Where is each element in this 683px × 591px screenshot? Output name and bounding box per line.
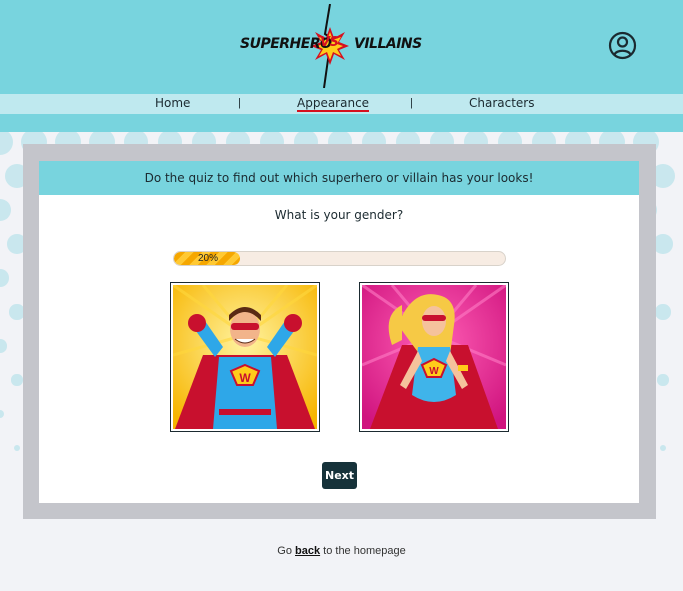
- background-dot: [0, 269, 9, 287]
- svg-text:W: W: [239, 371, 251, 385]
- background-dot: [11, 374, 23, 386]
- quiz-question: What is your gender?: [274, 208, 404, 222]
- footer-suffix: to the homepage: [323, 545, 406, 557]
- progress-bar: 20%: [173, 251, 506, 266]
- quiz-card: Do the quiz to find out which superhero …: [39, 161, 639, 503]
- back-link[interactable]: back: [295, 545, 320, 557]
- quiz-intro: Do the quiz to find out which superhero …: [39, 161, 639, 195]
- next-button[interactable]: Next: [322, 462, 357, 489]
- nav-bottom-band: [0, 114, 683, 132]
- background-dot: [0, 339, 7, 353]
- background-dot: [653, 234, 673, 254]
- option-male[interactable]: W: [170, 282, 320, 432]
- background-dot: [13, 444, 21, 452]
- nav-item-characters[interactable]: Characters: [469, 96, 535, 110]
- nav-separator: |: [410, 97, 413, 109]
- svg-text:W: W: [429, 366, 439, 377]
- nav-separator: |: [238, 97, 241, 109]
- logo-text-villains: VILLAINS: [354, 36, 422, 52]
- user-circle-icon[interactable]: [608, 31, 637, 60]
- background-dot: [0, 199, 11, 221]
- nav-item-home[interactable]: Home: [155, 96, 190, 110]
- background-dot: [659, 444, 667, 452]
- nav-item-appearance[interactable]: Appearance: [297, 96, 370, 112]
- logo-text-superhero: SUPERHERO: [240, 36, 332, 52]
- main-nav: Home | Appearance | Characters: [0, 94, 683, 114]
- option-female[interactable]: W: [359, 282, 509, 432]
- background-dot: [657, 374, 669, 386]
- male-superhero-image: W: [173, 285, 317, 429]
- background-dot: [655, 304, 671, 320]
- footer-prefix: Go: [277, 545, 292, 557]
- logo-text-vs: VS: [320, 35, 339, 50]
- progress-label: 20%: [198, 253, 219, 264]
- site-logo[interactable]: SUPERHERO VS VILLAINS: [238, 4, 422, 88]
- background-dot: [0, 132, 13, 155]
- site-header: SUPERHERO VS VILLAINS: [0, 0, 683, 94]
- footer: Go back to the homepage: [0, 545, 683, 557]
- background-dot: [0, 409, 5, 419]
- female-superhero-image: W: [362, 285, 506, 429]
